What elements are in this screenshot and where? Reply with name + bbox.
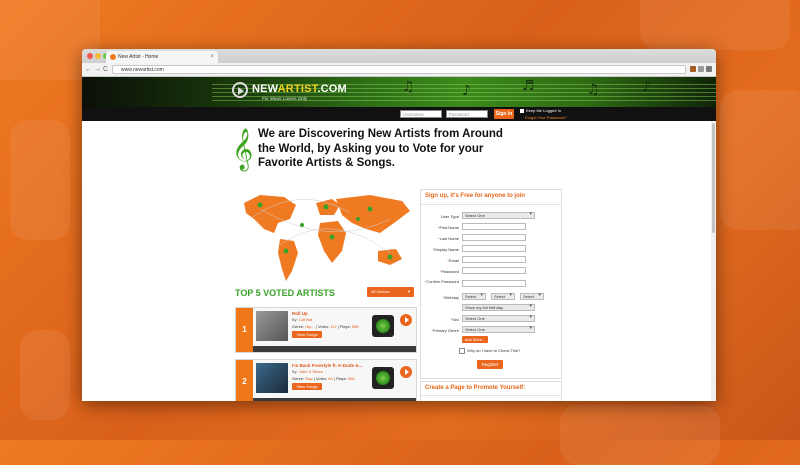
url-text: www.newartist.com — [121, 67, 164, 73]
primary-genre-select[interactable]: Select One — [462, 326, 535, 333]
artist-thumbnail[interactable] — [256, 363, 288, 393]
promo-title: Create a Page to Promote Yourself: — [425, 385, 526, 391]
tab-strip: New Artist - Home × — [82, 49, 716, 63]
primary-genre-label: *Primary Genre — [431, 328, 459, 333]
logo-text: NEWARTIST.COM — [252, 83, 347, 95]
scrollbar-thumb[interactable] — [712, 123, 715, 233]
page-scrollbar[interactable] — [711, 121, 716, 401]
last-name-label: *Last Name — [438, 236, 459, 241]
display-name-label: *Display Name — [432, 247, 459, 252]
artist-stats: Genre: Rap | Votes: 60 | Plays: 556 — [292, 376, 355, 381]
signup-title: Sign up, it's Free for anyone to join — [425, 193, 526, 199]
confirm-password-field[interactable] — [462, 280, 526, 287]
hero-line: We are Discovering New Artists from Arou… — [258, 128, 503, 140]
player-thumbnail[interactable] — [372, 367, 394, 389]
music-note-icon: ♫ — [587, 82, 600, 98]
sex-select[interactable]: Select One — [462, 315, 535, 322]
birthday-month-select[interactable]: Select — [462, 293, 486, 300]
register-button[interactable]: Register — [477, 360, 503, 369]
first-name-field[interactable] — [462, 223, 526, 230]
genre-filter-dropdown[interactable]: All Genres ▼ — [367, 287, 414, 297]
birthday-label: *Birthday — [442, 295, 459, 300]
url-bar[interactable]: www.newartist.com — [112, 65, 686, 74]
background-tile — [20, 330, 70, 420]
password-label: *Password — [439, 269, 459, 274]
background-tile — [640, 0, 790, 50]
favicon-icon — [110, 54, 116, 60]
artist-thumbnail[interactable] — [256, 311, 288, 341]
rank-badge: 1 — [236, 308, 253, 352]
browser-window: New Artist - Home × ← → C www.newartist.… — [82, 49, 716, 401]
artist-card: 2 I'm Back Freestyle ft. K-Dude &... By:… — [235, 359, 417, 401]
birthday-day-select[interactable]: Select — [491, 293, 515, 300]
reload-icon[interactable]: C — [103, 64, 108, 75]
music-note-icon: ♫ — [402, 79, 415, 95]
display-name-field[interactable] — [462, 245, 526, 252]
card-footer-strip — [253, 346, 416, 352]
user-type-select[interactable]: Select One — [462, 212, 535, 219]
background-tile — [560, 405, 720, 465]
player-thumbnail[interactable] — [372, 315, 394, 337]
play-icon[interactable] — [400, 314, 412, 326]
play-logo-icon — [232, 82, 248, 98]
logo-tagline: For Music Lovers Only — [262, 96, 308, 101]
sex-label: *Sex — [450, 317, 459, 322]
hero-line: the World, by Asking you to Vote for you… — [258, 142, 484, 155]
menu-icon[interactable] — [706, 66, 712, 72]
view-songs-button[interactable]: View Songs — [292, 383, 322, 390]
artist-byline: By: John 3 Times — [292, 369, 323, 374]
rank-badge: 2 — [236, 360, 253, 401]
background-tile — [720, 90, 800, 230]
login-bar: Username Password Sign In Keep Me Logged… — [82, 107, 716, 121]
username-input[interactable]: Username — [400, 110, 442, 118]
card-footer-strip — [253, 398, 416, 401]
confirm-password-label: *Confirm Password — [424, 279, 459, 284]
artist-byline: By: Cdt Bat — [292, 317, 313, 322]
last-name-field[interactable] — [462, 234, 526, 241]
background-tile — [10, 120, 70, 240]
close-window-icon[interactable] — [87, 53, 93, 59]
forgot-password-link[interactable]: Forgot Your Password? — [525, 115, 567, 120]
browser-tab[interactable]: New Artist - Home × — [106, 51, 218, 63]
password-field[interactable] — [462, 267, 526, 274]
tab-title: New Artist - Home — [118, 54, 159, 60]
site-header: ♫ ♪ ♬ ♫ ♪ NEWARTIST.COM For Music Lovers… — [82, 77, 716, 121]
add-more-button[interactable]: Add More... — [462, 336, 488, 343]
sign-in-button[interactable]: Sign In — [494, 109, 514, 119]
user-type-label: User Type — [440, 214, 459, 219]
forward-icon[interactable]: → — [94, 64, 101, 75]
terms-checkbox[interactable] — [459, 348, 465, 354]
email-label: *Email — [447, 258, 459, 263]
song-title-link[interactable]: Roll Up — [292, 311, 308, 316]
world-map-image — [244, 195, 410, 281]
tab-close-icon[interactable]: × — [210, 51, 214, 63]
hero-headline: We are Discovering New Artists from Arou… — [236, 127, 556, 171]
email-field[interactable] — [462, 256, 526, 263]
music-note-icon: ♬ — [522, 78, 535, 94]
top5-title: TOP 5 VOTED ARTISTS — [235, 288, 335, 298]
minimize-window-icon[interactable] — [95, 53, 101, 59]
check-question[interactable]: Why do I have to Check This? — [459, 348, 520, 354]
play-icon[interactable] — [400, 366, 412, 378]
artist-stats: Genre: Hip... | Votes: 112 | Plays: 558 — [292, 324, 359, 329]
promo-panel: Create a Page to Promote Yourself: — [420, 381, 562, 401]
back-icon[interactable]: ← — [85, 64, 92, 75]
first-name-label: *First Name — [437, 225, 459, 230]
extension-icon[interactable] — [690, 66, 696, 72]
song-title-link[interactable]: I'm Back Freestyle ft. K-Dude &... — [292, 363, 362, 368]
chevron-down-icon: ▼ — [407, 289, 411, 294]
browser-toolbar: ← → C www.newartist.com — [82, 63, 716, 77]
keep-logged-in-checkbox[interactable]: Keep Me Logged In — [520, 108, 561, 113]
music-note-icon: ♪ — [642, 79, 651, 95]
signup-panel: Sign up, it's Free for anyone to join Us… — [420, 189, 562, 379]
page-viewport: ♫ ♪ ♬ ♫ ♪ NEWARTIST.COM For Music Lovers… — [82, 77, 716, 401]
extension-icon[interactable] — [698, 66, 704, 72]
birthday-year-select[interactable]: Select — [520, 293, 544, 300]
view-songs-button[interactable]: View Songs — [292, 331, 322, 338]
artist-card: 1 Roll Up By: Cdt Bat Genre: Hip... | Vo… — [235, 307, 417, 353]
music-note-icon: ♪ — [462, 83, 471, 99]
show-birthday-select[interactable]: Show my full birthday — [462, 304, 535, 311]
password-input[interactable]: Password — [446, 110, 488, 118]
hero-line: Favorite Artists & Songs. — [258, 157, 395, 169]
